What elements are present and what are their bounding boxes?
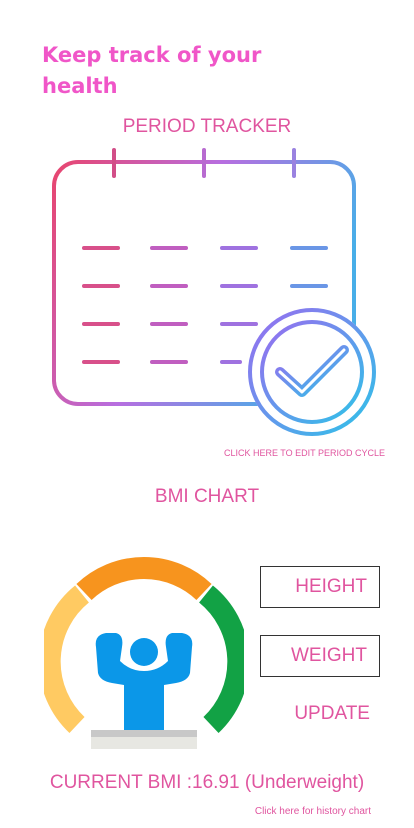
period-tracker-label: PERIOD TRACKER xyxy=(122,116,292,137)
bmi-gauge-icon xyxy=(44,557,244,749)
current-bmi-text: CURRENT BMI :16.91 (Underweight) xyxy=(49,772,365,793)
update-button[interactable]: UPDATE xyxy=(260,703,370,725)
calendar-check-icon[interactable] xyxy=(44,140,384,445)
weight-input[interactable]: WEIGHT xyxy=(260,635,380,677)
history-chart-link[interactable]: Click here for history chart xyxy=(246,806,371,817)
height-input[interactable]: HEIGHT xyxy=(260,566,380,608)
page-title: Keep track of your health xyxy=(42,43,262,98)
edit-period-cycle-link[interactable]: CLICK HERE TO EDIT PERIOD CYCLE xyxy=(180,448,385,458)
bmi-chart-label: BMI CHART xyxy=(154,486,260,507)
